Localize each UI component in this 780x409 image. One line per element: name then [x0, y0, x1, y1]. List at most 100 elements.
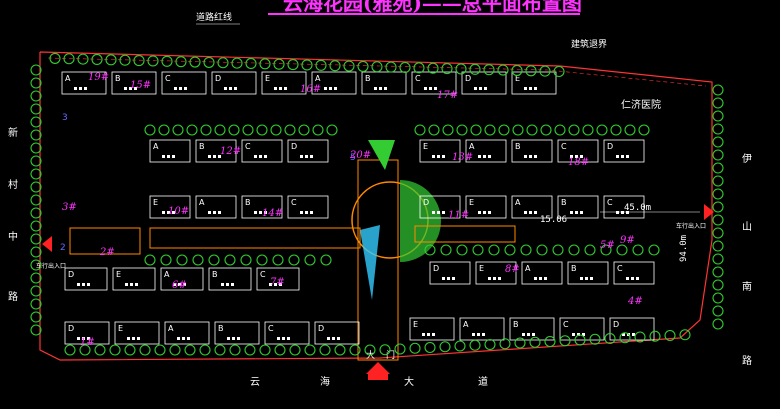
- tree-icon: [172, 124, 184, 136]
- tree-icon: [456, 124, 468, 136]
- tree-icon: [200, 124, 212, 136]
- tree-icon: [175, 56, 187, 68]
- tree-icon: [526, 124, 538, 136]
- tree-icon: [270, 124, 282, 136]
- tree-icon: [184, 344, 196, 356]
- tree-icon: [272, 254, 284, 266]
- tree-icon: [638, 124, 650, 136]
- main-gate-char-2: 门: [386, 349, 395, 361]
- building-type-letter: D: [465, 74, 471, 83]
- block-number-label: 15#: [130, 80, 151, 91]
- tree-icon: [582, 124, 594, 136]
- tree-icon: [552, 244, 564, 256]
- building: D: [461, 71, 507, 95]
- tree-icon: [488, 244, 500, 256]
- building: A: [459, 317, 505, 341]
- block-number-label: 7#: [270, 277, 285, 288]
- building: E: [114, 321, 160, 345]
- tree-icon: [470, 124, 482, 136]
- building-type-letter: E: [413, 320, 418, 329]
- building-type-letter: B: [199, 142, 205, 151]
- site-plan-canvas: 云海花园(雅苑)——总平面布置图 道路红线 建筑退界 仁济医院 新 村 中 路 …: [8, 0, 752, 388]
- building: D: [64, 267, 108, 291]
- building-type-letter: C: [245, 142, 251, 151]
- block-number-label: 12#: [220, 146, 241, 157]
- tree-icon: [520, 244, 532, 256]
- building: E: [465, 195, 507, 219]
- tree-icon: [160, 254, 172, 266]
- building-type-letter: A: [153, 142, 159, 151]
- building: B: [361, 71, 407, 95]
- tree-icon: [94, 344, 106, 356]
- tree-icon: [319, 344, 331, 356]
- building-type-letter: B: [515, 142, 521, 151]
- tree-icon: [192, 254, 204, 266]
- tree-icon: [484, 338, 496, 351]
- tree-icon: [144, 124, 156, 136]
- road-left-char-4: 路: [8, 290, 18, 303]
- tree-icon: [169, 344, 181, 356]
- building: D: [603, 139, 645, 163]
- building-type-letter: D: [68, 324, 74, 333]
- building-type-letter: C: [260, 270, 266, 279]
- tree-icon: [712, 84, 724, 96]
- tree-icon: [484, 124, 496, 136]
- building-type-letter: A: [315, 74, 321, 83]
- building: D: [314, 321, 360, 345]
- tree-icon: [712, 201, 724, 213]
- building-type-letter: A: [65, 74, 71, 83]
- building-type-letter: D: [68, 270, 74, 279]
- tree-icon: [544, 335, 556, 348]
- tree-icon: [154, 344, 166, 356]
- tree-icon: [208, 254, 220, 266]
- tree-icon: [469, 63, 481, 75]
- tree-icon: [428, 124, 440, 136]
- tree-icon: [385, 61, 397, 73]
- tree-icon: [456, 244, 468, 256]
- tree-icon: [394, 343, 406, 355]
- building-type-letter: D: [607, 142, 613, 151]
- tree-icon: [424, 341, 436, 354]
- tree-icon: [312, 124, 324, 136]
- building-type-letter: E: [116, 270, 121, 279]
- block-number-label: 16#: [300, 84, 321, 95]
- tree-icon: [616, 244, 628, 256]
- building-type-letter: C: [563, 320, 569, 329]
- road-bottom-char-1: 云: [250, 377, 260, 388]
- tree-icon: [161, 55, 173, 67]
- tree-icon: [329, 60, 341, 72]
- building: A: [149, 139, 191, 163]
- building-type-letter: E: [423, 142, 428, 151]
- tree-icon: [610, 124, 622, 136]
- tree-icon: [224, 254, 236, 266]
- tree-icon: [589, 333, 601, 345]
- block-number-label: 10#: [168, 206, 189, 217]
- tree-icon: [568, 124, 580, 136]
- tree-icon: [712, 97, 724, 109]
- building: D: [287, 139, 329, 163]
- tree-icon: [371, 61, 383, 73]
- building: C: [613, 261, 655, 285]
- tree-icon: [712, 318, 724, 330]
- tree-icon: [379, 344, 391, 356]
- tree-icon: [455, 63, 467, 75]
- building-type-letter: B: [561, 198, 567, 207]
- road-left-char-1: 新: [8, 126, 18, 139]
- building-type-letter: B: [513, 320, 519, 329]
- road-right-char-1: 伊: [742, 153, 752, 165]
- tree-icon: [540, 124, 552, 136]
- block-number-label: 4#: [627, 296, 643, 307]
- building: A: [164, 321, 210, 345]
- building-type-letter: B: [115, 74, 121, 83]
- tree-icon: [259, 344, 271, 356]
- block-number-label: 5#: [600, 240, 615, 251]
- tree-icon: [712, 305, 724, 317]
- tree-icon: [554, 124, 566, 136]
- road-red-line-label: 道路红线: [196, 11, 232, 23]
- building: B: [208, 267, 252, 291]
- tree-icon: [469, 339, 481, 351]
- building-type-letter: C: [617, 264, 623, 273]
- tree-icon: [399, 61, 411, 74]
- tree-icon: [139, 344, 151, 356]
- hospital-label: 仁济医院: [621, 98, 661, 111]
